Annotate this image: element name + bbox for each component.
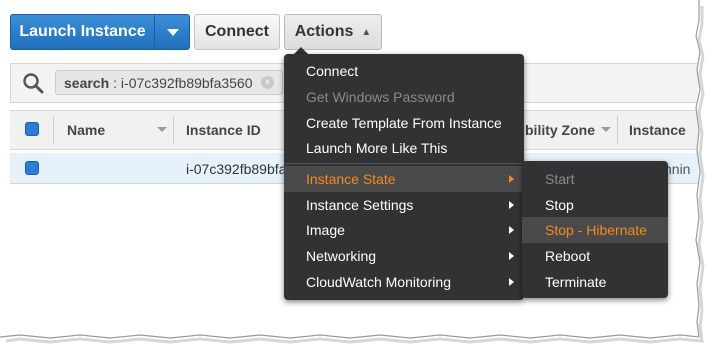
search-icon[interactable] (22, 72, 44, 94)
select-all-checkbox[interactable] (25, 122, 39, 136)
menu-item-image[interactable]: Image (306, 222, 521, 238)
column-divider (53, 116, 54, 144)
row-instance-id-cell: i-07c392fb89bfa (186, 160, 287, 177)
connect-label: Connect (205, 23, 269, 40)
search-token[interactable]: search : i-07c392fb89bfa3560 × (55, 70, 283, 95)
actions-button[interactable]: Actions ▲ (284, 14, 382, 50)
chevron-right-icon (509, 226, 514, 234)
column-divider (617, 116, 618, 144)
launch-dropdown-toggle[interactable] (154, 15, 190, 49)
submenu-item-start: Start (545, 171, 575, 187)
instance-state-submenu: Start Stop Stop - Hibernate Reboot Termi… (522, 161, 668, 298)
column-header-instance-state[interactable]: Instance (629, 113, 686, 147)
chevron-right-icon (509, 175, 514, 183)
menu-item-instance-state[interactable]: Instance State (306, 171, 521, 187)
search-token-value: : i-07c392fb89bfa3560 (113, 74, 253, 91)
launch-instance-button[interactable]: Launch Instance (10, 14, 190, 50)
column-header-instance-id[interactable]: Instance ID (186, 113, 261, 147)
menu-item-create-template[interactable]: Create Template From Instance (306, 115, 521, 131)
menu-item-networking[interactable]: Networking (306, 248, 521, 264)
actions-menu: Connect Get Windows Password Create Temp… (284, 54, 524, 300)
menu-item-cloudwatch-monitoring[interactable]: CloudWatch Monitoring (306, 274, 521, 290)
menu-item-launch-more-like-this[interactable]: Launch More Like This (306, 140, 521, 156)
column-header-availability-zone[interactable]: bility Zone (525, 113, 595, 147)
caret-down-icon (166, 28, 179, 36)
submenu-item-stop-hibernate[interactable]: Stop - Hibernate (545, 222, 647, 238)
sort-caret-icon[interactable] (157, 127, 167, 132)
console-screenshot: Launch Instance Connect Actions ▲ search… (0, 0, 698, 336)
sort-caret-icon[interactable] (601, 127, 611, 132)
menu-item-get-windows-password: Get Windows Password (306, 89, 455, 105)
row-checkbox[interactable] (25, 161, 39, 175)
chevron-right-icon (509, 252, 514, 260)
column-header-name[interactable]: Name (67, 113, 105, 147)
launch-instance-label: Launch Instance (19, 23, 146, 40)
connect-button[interactable]: Connect (194, 14, 280, 50)
clear-token-icon[interactable]: × (261, 76, 274, 89)
column-divider (173, 116, 174, 144)
search-token-key: search (64, 74, 110, 91)
chevron-right-icon (509, 278, 514, 286)
chevron-right-icon (509, 201, 514, 209)
chevron-up-icon: ▲ (361, 26, 372, 38)
submenu-item-reboot[interactable]: Reboot (545, 248, 590, 264)
menu-item-instance-settings[interactable]: Instance Settings (306, 197, 521, 213)
actions-label: Actions (294, 23, 354, 40)
menu-item-connect[interactable]: Connect (306, 63, 521, 79)
submenu-item-terminate[interactable]: Terminate (545, 274, 606, 290)
submenu-item-stop[interactable]: Stop (545, 197, 574, 213)
menu-divider (284, 163, 524, 164)
